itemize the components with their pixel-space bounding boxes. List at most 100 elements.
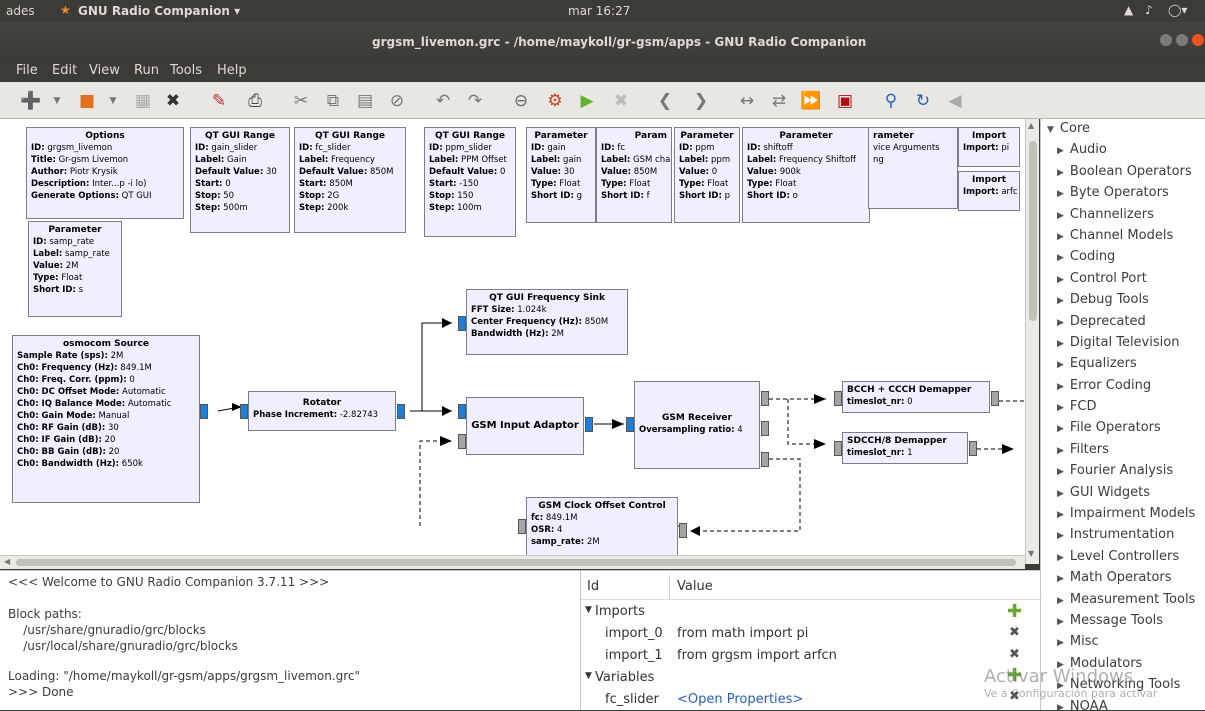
minimize-icon[interactable] [1160,34,1172,46]
column-header-id[interactable]: Id [587,579,599,594]
tree-item[interactable]: ▶ Measurement Tools [1041,589,1205,610]
input-adaptor-block[interactable]: GSM Input Adaptor [466,397,584,455]
undo-icon[interactable]: ↶ [432,90,454,112]
activities-button[interactable]: ades [6,4,35,18]
save-icon[interactable]: ▦ [132,90,154,112]
tree-item[interactable]: ▶ GUI Widgets [1041,482,1205,503]
cut-icon[interactable]: ✂ [290,90,312,112]
variable-row[interactable]: fc_slider <Open Properties> ✖ [581,689,1041,711]
tree-root-core[interactable]: ▼ Core [1041,119,1205,139]
scroll-left-icon[interactable]: ◀ [4,557,10,566]
tree-item[interactable]: ▶ Equalizers [1041,353,1205,374]
import-arfcn-block[interactable]: Import Import: arfc [958,171,1020,211]
add-import-icon[interactable]: ✚ [1007,601,1022,622]
tree-item[interactable]: ▶ Modulators [1041,653,1205,674]
menu-view[interactable]: View [89,63,120,78]
tree-item[interactable]: ▶ Networking Tools [1041,674,1205,695]
tree-item[interactable]: ▶ Coding [1041,246,1205,267]
open-dropdown-icon[interactable]: ▼ [102,90,124,112]
tree-item[interactable]: ▶ Audio [1041,139,1205,160]
rotator-out-port[interactable] [397,404,405,419]
input-adaptor-in-port-0[interactable] [458,404,466,419]
console-panel[interactable]: <<< Welcome to GNU Radio Companion 3.7.1… [0,570,580,710]
osmocom-source-block[interactable]: osmocom Source Sample Rate (sps): 2M Ch0… [12,335,200,503]
tree-item[interactable]: ▶ Message Tools [1041,610,1205,631]
receiver-out-port-0[interactable] [761,391,769,406]
import-row[interactable]: import_0 from math import pi ✖ [581,623,1041,645]
hide-icon[interactable]: ◀ [944,90,966,112]
bcch-demapper-block[interactable]: BCCH + CCCH Demapper timeslot_nr: 0 [842,381,990,413]
close-icon[interactable] [1192,34,1204,46]
print-icon[interactable]: ⎙ [244,90,266,112]
tree-item[interactable]: ▶ FCD [1041,396,1205,417]
find-icon[interactable]: ⚲ [880,90,902,112]
scroll-up-icon[interactable]: ▲ [1028,121,1034,130]
tree-item[interactable]: ▶ Boolean Operators [1041,161,1205,182]
tree-item[interactable]: ▶ Channel Models [1041,225,1205,246]
imports-section[interactable]: ▼ Imports ✚ [581,601,1041,623]
rotator-block[interactable]: Rotator Phase Increment: -2.82743 [248,391,396,431]
receiver-block[interactable]: GSM Receiver Oversampling ratio: 4 [634,381,760,469]
remove-icon[interactable]: ✖ [1009,625,1020,640]
sdcch-demapper-block[interactable]: SDCCH/8 Demapper timeslot_nr: 1 [842,432,968,464]
bypass-icon[interactable]: ⇄ [768,90,790,112]
bcch-out-port[interactable] [991,391,999,406]
app-menu[interactable]: GNU Radio Companion ▾ [78,4,240,18]
samp-rate-block[interactable]: Parameter ID: samp_rate Label: samp_rate… [28,221,122,317]
menu-edit[interactable]: Edit [52,63,77,78]
edit-icon[interactable]: ✎ [208,90,230,112]
osmocom-out-port[interactable] [200,404,208,419]
freq-sink-block[interactable]: QT GUI Frequency Sink FFT Size: 1.024k C… [466,289,628,355]
menu-tools[interactable]: Tools [170,63,202,78]
sdcch-out-port[interactable] [969,441,977,456]
column-header-value[interactable]: Value [677,579,713,594]
rotate-right-icon[interactable]: ❯ [690,90,712,112]
clock[interactable]: mar 16:27 [568,4,630,18]
generate-icon[interactable]: ⚙ [544,90,566,112]
tree-item[interactable]: ▶ File Operators [1041,417,1205,438]
vertical-scroll-thumb[interactable] [1029,141,1037,321]
horizontal-scroll-thumb[interactable] [16,559,1016,566]
menu-run[interactable]: Run [134,63,159,78]
delete-icon[interactable]: ⊘ [386,90,408,112]
ppm-slider-block[interactable]: QT GUI Range ID: ppm_slider Label: PPM O… [424,127,516,237]
tree-item[interactable]: ▶ Filters [1041,439,1205,460]
copy-icon[interactable]: ⧉ [322,90,344,112]
tree-item[interactable]: ▶ NOAA [1041,696,1205,710]
open-icon[interactable]: ■ [76,90,98,112]
tree-item[interactable]: ▶ Debug Tools [1041,289,1205,310]
new-dropdown-icon[interactable]: ▼ [46,90,68,112]
tree-item[interactable]: ▶ Byte Operators [1041,182,1205,203]
execute-icon[interactable]: ▶ [576,90,598,112]
tree-item[interactable]: ▶ Error Coding [1041,375,1205,396]
args-param-block[interactable]: rameter vice Arguments ng [868,127,958,209]
tree-item[interactable]: ▶ Deprecated [1041,311,1205,332]
tree-item[interactable]: ▶ Fourier Analysis [1041,460,1205,481]
canvas-horizontal-scrollbar[interactable]: ◀ [0,555,1025,569]
clock-offset-out-port[interactable] [518,519,526,534]
rotator-in-port[interactable] [240,404,248,419]
reload-icon[interactable]: ↻ [912,90,934,112]
remove-icon[interactable]: ✖ [1009,647,1020,662]
tree-item[interactable]: ▶ Math Operators [1041,567,1205,588]
paste-icon[interactable]: ▤ [354,90,376,112]
block-icon[interactable]: ▣ [834,90,856,112]
clock-offset-in-port[interactable] [679,523,687,538]
ppm-param-block[interactable]: Parameter ID: ppm Label: ppm Value: 0 Ty… [674,127,740,223]
open-properties-link[interactable]: <Open Properties> [677,692,803,707]
volume-icon[interactable]: ♪ [1145,3,1153,17]
bcch-in-port[interactable] [834,391,842,406]
maximize-icon[interactable] [1176,34,1188,46]
input-adaptor-in-port-1[interactable] [458,434,466,449]
shiftoff-param-block[interactable]: Parameter ID: shiftoff Label: Frequency … [742,127,870,223]
enable-icon[interactable]: ↔ [736,90,758,112]
new-icon[interactable]: ➕ [20,90,42,112]
tree-item[interactable]: ▶ Channelizers [1041,204,1205,225]
canvas-vertical-scrollbar[interactable]: ▲ ▼ [1025,119,1039,564]
receiver-in-port[interactable] [626,417,634,432]
options-block[interactable]: Options ID: grgsm_livemon Title: Gr-gsm … [26,127,184,219]
input-adaptor-out-port[interactable] [585,417,593,432]
tree-item[interactable]: ▶ Misc [1041,631,1205,652]
remove-icon[interactable]: ✖ [1009,689,1020,704]
close-file-icon[interactable]: ✖ [162,90,184,112]
